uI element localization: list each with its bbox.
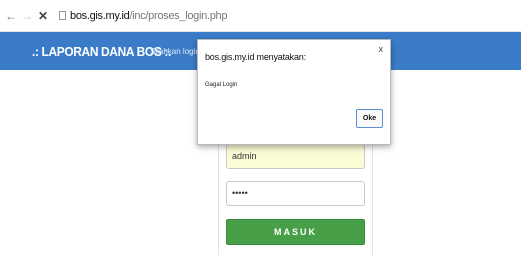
forward-arrow-icon[interactable]: → [21, 9, 33, 23]
url-host: bos.gis.my.id [70, 9, 130, 22]
back-arrow-icon[interactable]: ← [5, 9, 17, 23]
page-icon [59, 11, 66, 20]
browser-toolbar: ← → ✕ bos.gis.my.id /inc/proses_login.ph… [0, 0, 521, 32]
login-panel: admin ••••• MASUK [218, 132, 373, 255]
login-submit-button[interactable]: MASUK [226, 219, 365, 245]
close-icon[interactable]: x [379, 44, 384, 54]
dialog-title: bos.gis.my.id menyatakan: [205, 52, 306, 62]
ok-button[interactable]: Oke [356, 109, 383, 128]
dialog-message: Gagal Login [205, 82, 238, 88]
password-input[interactable]: ••••• [226, 181, 365, 206]
url-path: /inc/proses_login.php [129, 9, 228, 22]
stop-icon[interactable]: ✕ [37, 9, 49, 23]
address-bar[interactable]: bos.gis.my.id /inc/proses_login.php [59, 5, 227, 27]
username-input[interactable]: admin [226, 144, 365, 169]
alert-dialog: bos.gis.my.id menyatakan: x Gagal Login … [197, 39, 391, 145]
